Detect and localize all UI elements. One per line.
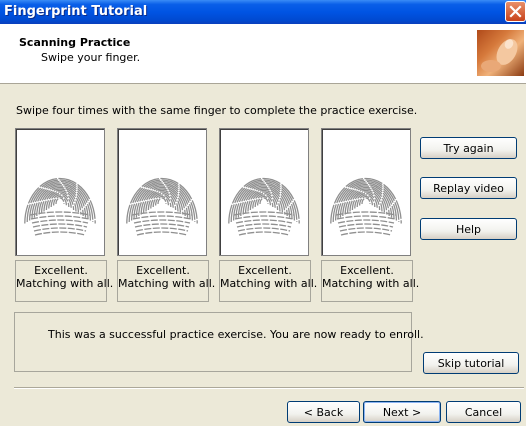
replay-video-button[interactable]: Replay video (420, 177, 517, 199)
help-button[interactable]: Help (420, 218, 517, 240)
title-bar[interactable]: Fingerprint Tutorial (0, 0, 526, 24)
fingerprint-icon (228, 177, 300, 236)
scan-status-line1: Excellent. (340, 264, 394, 277)
scan-status-1: Excellent. Matching with all. (15, 260, 114, 302)
fingerprint-icon (330, 177, 402, 236)
fingerprint-scan-1 (15, 128, 105, 256)
next-button[interactable]: Next > (363, 401, 441, 423)
close-icon (509, 5, 522, 18)
wizard-header: Scanning Practice Swipe your finger. (0, 24, 526, 84)
close-button[interactable] (505, 1, 526, 22)
skip-tutorial-button[interactable]: Skip tutorial (423, 352, 519, 374)
result-message: This was a successful practice exercise.… (48, 328, 424, 341)
header-subtitle: Swipe your finger. (41, 51, 141, 64)
scan-status-line2: Matching with all. (118, 277, 216, 290)
cancel-button[interactable]: Cancel (446, 401, 521, 423)
scan-status-3: Excellent. Matching with all. (219, 260, 318, 302)
try-again-button[interactable]: Try again (420, 137, 517, 159)
result-panel: This was a successful practice exercise.… (14, 312, 424, 372)
window-title: Fingerprint Tutorial (4, 4, 148, 19)
scan-status-line1: Excellent. (238, 264, 292, 277)
fingerprint-icon (24, 177, 96, 236)
scan-status-4: Excellent. Matching with all. (321, 260, 420, 302)
scan-status-line2: Matching with all. (220, 277, 318, 290)
fingerprint-icon (126, 177, 198, 236)
header-title: Scanning Practice (19, 36, 131, 49)
fingerprint-scan-2 (117, 128, 207, 256)
instructions-text: Swipe four times with the same finger to… (16, 104, 418, 117)
finger-photo-icon (477, 30, 524, 76)
scan-status-line1: Excellent. (34, 264, 88, 277)
fingerprint-scan-4 (321, 128, 411, 256)
scan-status-line2: Matching with all. (322, 277, 420, 290)
back-button[interactable]: < Back (287, 401, 360, 423)
scan-status-2: Excellent. Matching with all. (117, 260, 216, 302)
fingerprint-scan-3 (219, 128, 309, 256)
scan-status-line1: Excellent. (136, 264, 190, 277)
scan-status-line2: Matching with all. (16, 277, 114, 290)
separator (14, 387, 524, 389)
